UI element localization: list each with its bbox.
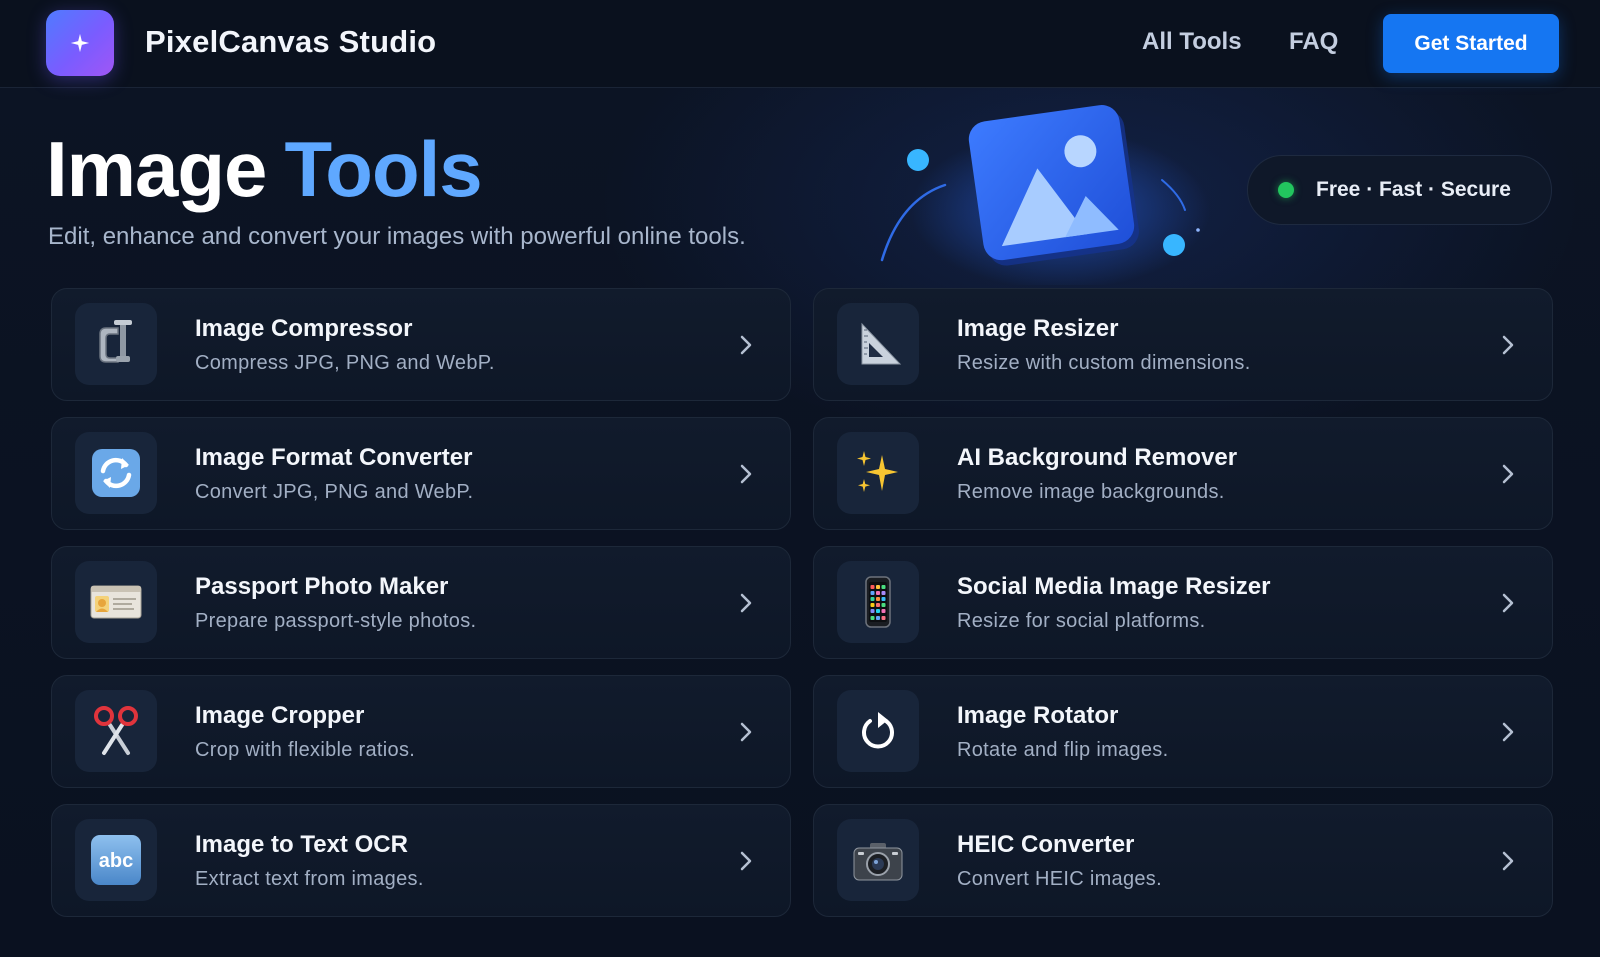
tool-title: HEIC Converter — [957, 831, 1135, 858]
tool-title: Image Format Converter — [195, 444, 473, 471]
tool-description: Prepare passport-style photos. — [195, 610, 477, 632]
image-gallery-icon — [880, 105, 1210, 285]
tool-card-ai-background-remover[interactable]: AI Background Remover Remove image backg… — [813, 417, 1553, 530]
status-badge: Free · Fast · Secure — [1247, 155, 1552, 225]
status-badge-label: Free · Fast · Secure — [1316, 178, 1511, 201]
tool-description: Rotate and flip images. — [957, 739, 1169, 761]
tool-icon-box — [837, 303, 919, 385]
tool-card-heic-converter[interactable]: HEIC Converter Convert HEIC images. — [813, 804, 1553, 917]
tool-description: Convert HEIC images. — [957, 868, 1162, 890]
tool-title: Image Rotator — [957, 702, 1119, 729]
tool-description: Compress JPG, PNG and WebP. — [195, 352, 495, 374]
get-started-button[interactable]: Get Started — [1383, 14, 1559, 73]
clamp-icon — [99, 320, 132, 363]
tool-card-image-cropper[interactable]: Image Cropper Crop with flexible ratios. — [51, 675, 791, 788]
nav-faq[interactable]: FAQ — [1289, 28, 1338, 56]
sparkles-icon — [857, 451, 898, 492]
tool-icon-box — [75, 690, 157, 772]
tool-icon-box — [837, 561, 919, 643]
tool-title: Image Resizer — [957, 315, 1119, 342]
tool-description: Resize for social platforms. — [957, 610, 1206, 632]
tool-title: Passport Photo Maker — [195, 573, 449, 600]
nav-all-tools[interactable]: All Tools — [1142, 28, 1242, 56]
page-title: Image Tools — [46, 130, 483, 208]
chevron-right-icon — [740, 464, 752, 484]
tool-description: Remove image backgrounds. — [957, 481, 1225, 503]
tool-card-social-media-image-resizer[interactable]: Social Media Image Resizer Resize for so… — [813, 546, 1553, 659]
tool-card-image-resizer[interactable]: Image Resizer Resize with custom dimensi… — [813, 288, 1553, 401]
top-header: PixelCanvas Studio All Tools FAQ Get Sta… — [0, 0, 1600, 88]
tool-card-passport-photo-maker[interactable]: Passport Photo Maker Prepare passport-st… — [51, 546, 791, 659]
chevron-right-icon — [740, 335, 752, 355]
camera-icon — [853, 843, 903, 881]
convert-arrows-icon — [92, 449, 140, 497]
triangle-ruler-icon — [861, 322, 902, 365]
chevron-right-icon — [1502, 593, 1514, 613]
tool-icon-box — [75, 303, 157, 385]
chevron-right-icon — [740, 851, 752, 871]
tool-description: Convert JPG, PNG and WebP. — [195, 481, 474, 503]
tool-title: Image to Text OCR — [195, 831, 408, 858]
tool-description: Resize with custom dimensions. — [957, 352, 1251, 374]
tool-title: Image Cropper — [195, 702, 365, 729]
smartphone-icon — [865, 576, 891, 628]
tool-icon-box — [837, 690, 919, 772]
chevron-right-icon — [740, 593, 752, 613]
logo[interactable] — [46, 10, 114, 76]
sparkle-icon — [70, 33, 90, 53]
tool-card-image-rotator[interactable]: Image Rotator Rotate and flip images. — [813, 675, 1553, 788]
tool-description: Extract text from images. — [195, 868, 424, 890]
chevron-right-icon — [1502, 722, 1514, 742]
chevron-right-icon — [1502, 464, 1514, 484]
chevron-right-icon — [740, 722, 752, 742]
rotate-icon — [862, 712, 894, 749]
tool-title: AI Background Remover — [957, 444, 1238, 471]
tool-card-image-format-converter[interactable]: Image Format Converter Convert JPG, PNG … — [51, 417, 791, 530]
chevron-right-icon — [1502, 851, 1514, 871]
tool-icon-box — [837, 819, 919, 901]
id-card-icon — [90, 585, 142, 619]
title-word-tools: Tools — [284, 125, 482, 213]
brand-name[interactable]: PixelCanvas Studio — [145, 24, 436, 60]
tool-card-image-to-text-ocr[interactable]: abc Image to Text OCR Extract text from … — [51, 804, 791, 917]
chevron-right-icon — [1502, 335, 1514, 355]
abc-icon-text: abc — [99, 850, 133, 872]
tool-icon-box — [75, 561, 157, 643]
tool-icon-box — [75, 432, 157, 514]
scissors-icon — [94, 706, 138, 755]
tool-icon-box: abc — [75, 819, 157, 901]
tool-grid: Image Compressor Compress JPG, PNG and W… — [51, 288, 1555, 917]
tool-icon-box — [837, 432, 919, 514]
title-word-image: Image — [46, 125, 267, 213]
tool-title: Social Media Image Resizer — [957, 573, 1271, 600]
page-subtitle: Edit, enhance and convert your images wi… — [48, 223, 746, 250]
abc-icon: abc — [91, 835, 141, 885]
tool-title: Image Compressor — [195, 315, 413, 342]
tool-card-image-compressor[interactable]: Image Compressor Compress JPG, PNG and W… — [51, 288, 791, 401]
status-dot-icon — [1278, 182, 1294, 198]
tool-description: Crop with flexible ratios. — [195, 739, 416, 761]
